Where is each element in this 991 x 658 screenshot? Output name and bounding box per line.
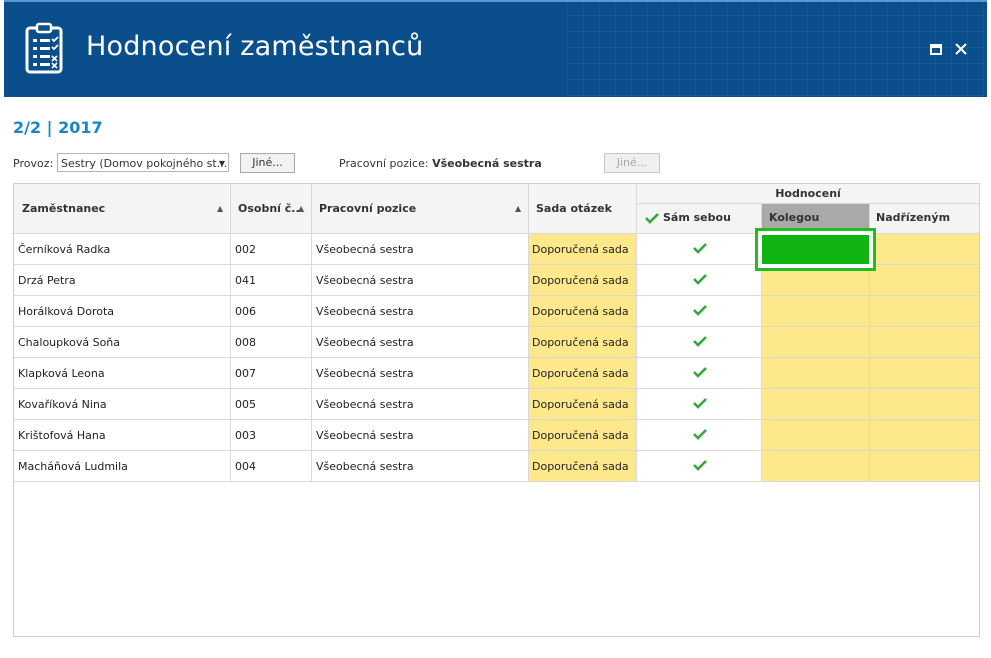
provoz-label: Provoz: bbox=[13, 157, 54, 170]
title-bar-pattern bbox=[567, 0, 987, 97]
close-icon[interactable] bbox=[953, 41, 969, 57]
cell-question-set[interactable]: Doporučená sada bbox=[532, 420, 634, 451]
sort-ascending-icon: ▲ bbox=[515, 204, 522, 213]
header-superior[interactable]: Nadřízeným bbox=[876, 211, 950, 224]
position-filter: Pracovní pozice: Všeobecná sestra bbox=[339, 157, 542, 170]
row-divider bbox=[14, 481, 979, 482]
cell-employee: Krištofová Hana bbox=[18, 429, 106, 442]
checkmark-icon bbox=[693, 460, 707, 471]
cell-question-set[interactable]: Doporučená sada bbox=[532, 451, 634, 482]
header-position[interactable]: Pracovní pozice bbox=[319, 202, 416, 215]
column-divider bbox=[528, 184, 529, 482]
cell-position: Všeobecná sestra bbox=[316, 243, 414, 256]
cell-employee: Macháňová Ludmila bbox=[18, 460, 128, 473]
cell-employee: Drzá Petra bbox=[18, 274, 76, 287]
checkmark-icon bbox=[693, 243, 707, 254]
sort-ascending-icon: ▲ bbox=[298, 204, 305, 213]
cell-number: 006 bbox=[235, 305, 256, 318]
cell-number: 002 bbox=[235, 243, 256, 256]
row-divider bbox=[14, 450, 979, 451]
title-bar: Hodnocení zaměstnanců bbox=[4, 0, 987, 97]
cell-number: 007 bbox=[235, 367, 256, 380]
cell-number: 008 bbox=[235, 336, 256, 349]
chevron-down-icon: ▼ bbox=[218, 159, 225, 168]
header-question-set[interactable]: Sada otázek bbox=[536, 202, 612, 215]
cell-question-set[interactable]: Doporučená sada bbox=[532, 389, 634, 420]
cell-question-set[interactable]: Doporučená sada bbox=[532, 358, 634, 389]
checkmark-icon bbox=[693, 274, 707, 285]
sort-ascending-icon: ▲ bbox=[217, 204, 224, 213]
column-divider bbox=[636, 184, 637, 482]
header-employee[interactable]: Zaměstnanec bbox=[22, 202, 105, 215]
cell-number: 005 bbox=[235, 398, 256, 411]
cell-employee: Kovaříková Nina bbox=[18, 398, 107, 411]
cell-number: 004 bbox=[235, 460, 256, 473]
checkmark-icon bbox=[693, 398, 707, 409]
provoz-other-button[interactable]: Jiné... bbox=[240, 153, 295, 173]
header-colleague[interactable]: Kolegou bbox=[769, 211, 819, 224]
header-evaluation-group: Hodnocení bbox=[775, 187, 841, 200]
selected-cell-highlight[interactable] bbox=[755, 228, 876, 271]
cell-employee: Černíková Radka bbox=[18, 243, 111, 256]
column-divider bbox=[230, 184, 231, 482]
cell-question-set[interactable]: Doporučená sada bbox=[532, 234, 634, 265]
row-divider bbox=[14, 388, 979, 389]
checkmark-icon bbox=[693, 336, 707, 347]
cell-employee: Chaloupková Soňa bbox=[18, 336, 121, 349]
cell-position: Všeobecná sestra bbox=[316, 367, 414, 380]
period-label: 2/2 | 2017 bbox=[13, 118, 103, 137]
row-divider bbox=[14, 419, 979, 420]
checkmark-icon bbox=[693, 367, 707, 378]
cell-position: Všeobecná sestra bbox=[316, 460, 414, 473]
cell-position: Všeobecná sestra bbox=[316, 274, 414, 287]
evaluation-grid: Zaměstnanec ▲ Osobní č... ▲ Pracovní poz… bbox=[13, 183, 980, 637]
cell-position: Všeobecná sestra bbox=[316, 336, 414, 349]
selected-cell-fill bbox=[762, 235, 869, 264]
cell-employee: Klapková Leona bbox=[18, 367, 105, 380]
maximize-icon[interactable] bbox=[928, 41, 944, 57]
cell-employee: Horálková Dorota bbox=[18, 305, 115, 318]
cell-question-set[interactable]: Doporučená sada bbox=[532, 265, 634, 296]
header-personal-number[interactable]: Osobní č... bbox=[238, 202, 304, 215]
cell-position: Všeobecná sestra bbox=[316, 305, 414, 318]
row-divider bbox=[14, 326, 979, 327]
cell-number: 003 bbox=[235, 429, 256, 442]
position-value: Všeobecná sestra bbox=[432, 157, 542, 170]
cell-number: 041 bbox=[235, 274, 256, 287]
checkmark-icon bbox=[693, 429, 707, 440]
checkmark-icon bbox=[693, 305, 707, 316]
position-label: Pracovní pozice: bbox=[339, 157, 429, 170]
column-divider bbox=[311, 184, 312, 482]
clipboard-checklist-icon bbox=[25, 22, 63, 74]
checkmark-icon bbox=[645, 213, 659, 224]
header-divider bbox=[637, 203, 979, 204]
provoz-select[interactable]: Sestry (Domov pokojného st... ▼ bbox=[57, 153, 229, 172]
cell-question-set[interactable]: Doporučená sada bbox=[532, 296, 634, 327]
evaluation-pending-bg bbox=[762, 234, 979, 482]
provoz-select-value: Sestry (Domov pokojného st... bbox=[61, 157, 228, 170]
row-divider bbox=[14, 357, 979, 358]
window-title: Hodnocení zaměstnanců bbox=[86, 31, 424, 62]
cell-position: Všeobecná sestra bbox=[316, 429, 414, 442]
position-other-button: Jiné... bbox=[604, 153, 660, 173]
header-self[interactable]: Sám sebou bbox=[663, 211, 731, 224]
cell-position: Všeobecná sestra bbox=[316, 398, 414, 411]
row-divider bbox=[14, 295, 979, 296]
cell-question-set[interactable]: Doporučená sada bbox=[532, 327, 634, 358]
